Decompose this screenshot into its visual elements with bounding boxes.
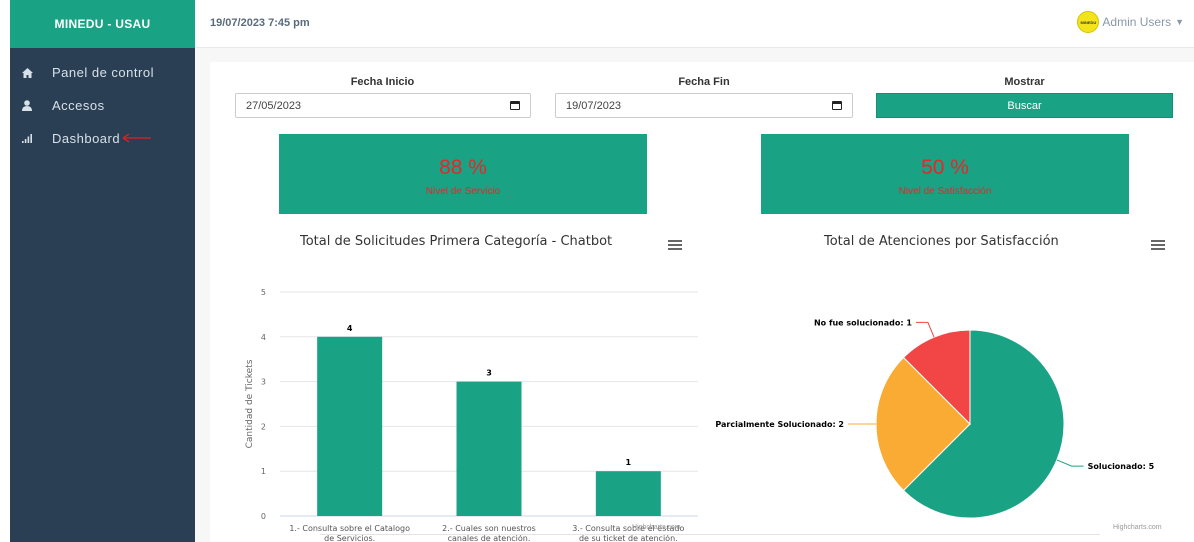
- data-label: 1: [626, 458, 632, 467]
- y-tick-label: 2: [261, 422, 266, 431]
- chart-menu-icon[interactable]: [668, 240, 682, 250]
- chart-credit[interactable]: Highcharts.com: [1113, 524, 1162, 531]
- kpi-service-level: 88 % Nivel de Servicio: [279, 134, 647, 214]
- y-tick-label: 3: [261, 378, 266, 387]
- main-content: Fecha Inicio 27/05/2023 Fecha Fin 19/07/…: [195, 48, 1194, 542]
- connector-line: [915, 321, 935, 338]
- end-date-input[interactable]: 19/07/2023: [555, 93, 853, 118]
- bar: [595, 471, 661, 516]
- y-tick-label: 4: [261, 333, 266, 342]
- bar: [317, 336, 383, 516]
- sidebar-item-dashboard[interactable]: Dashboard: [10, 122, 195, 155]
- x-tick-label: 1.- Consulta sobre el Catalogo: [289, 524, 410, 533]
- calendar-icon[interactable]: [832, 101, 842, 110]
- dashboard-panel: Fecha Inicio 27/05/2023 Fecha Fin 19/07/…: [210, 62, 1194, 542]
- arrow-left-icon: [122, 131, 152, 146]
- end-date-value: 19/07/2023: [566, 99, 622, 112]
- bar: [456, 381, 522, 516]
- sidebar-item-label: Accesos: [52, 98, 105, 113]
- sidebar: MINEDU - USAU Panel de control Accesos D…: [10, 0, 195, 542]
- data-label: 4: [347, 324, 353, 333]
- user-name: Admin Users: [1102, 15, 1172, 29]
- data-label: 3: [486, 369, 492, 378]
- pie-chart-title: Total de Atenciones por Satisfacción: [824, 234, 1059, 249]
- bar-chart-title: Total de Solicitudes Primera Categoría -…: [300, 234, 613, 249]
- x-tick-label: 2.- Cuales son nuestros: [442, 524, 536, 533]
- kpi-value: 50 %: [921, 156, 969, 179]
- chart-credit[interactable]: Highcharts.com: [632, 524, 681, 531]
- show-label: Mostrar: [1004, 76, 1045, 88]
- sidebar-item-label: Panel de control: [52, 65, 154, 80]
- kpi-satisfaction-level: 50 % Nivel de Satisfacción: [761, 134, 1129, 214]
- sidebar-item-accesos[interactable]: Accesos: [10, 89, 195, 122]
- start-date-label: Fecha Inicio: [350, 76, 415, 88]
- bar-chart: 0 1 2 3 4 5 Cantidad de Tickets 4 1.- Consulta s…: [245, 288, 698, 542]
- caret-down-icon: ▼: [1175, 17, 1184, 27]
- connector-line: [1056, 459, 1084, 467]
- y-axis-label: Cantidad de Tickets: [245, 359, 255, 448]
- avatar: MINEDU: [1077, 11, 1100, 33]
- sidebar-nav: Panel de control Accesos Dashboard: [10, 48, 195, 155]
- kpi-label: Nivel de Servicio: [425, 186, 501, 197]
- y-tick-label: 1: [261, 467, 266, 476]
- brand-title[interactable]: MINEDU - USAU: [10, 0, 195, 48]
- kpi-label: Nivel de Satisfacción: [898, 186, 992, 197]
- start-date-value: 27/05/2023: [246, 99, 302, 112]
- start-date-input[interactable]: 27/05/2023: [235, 93, 531, 118]
- user-menu[interactable]: MINEDU Admin Users ▼: [1077, 11, 1184, 33]
- sidebar-item-label: Dashboard: [52, 131, 121, 146]
- slice-label: No fue solucionado: 1: [814, 318, 912, 327]
- top-bar: 19/07/2023 7:45 pm MINEDU Admin Users ▼: [195, 0, 1194, 48]
- calendar-icon[interactable]: [510, 101, 520, 110]
- slice-label: Parcialmente Solucionado: 2: [715, 420, 844, 429]
- search-button[interactable]: Buscar: [876, 93, 1173, 118]
- slice-label: Solucionado: 5: [1088, 462, 1155, 471]
- user-icon: [22, 100, 52, 111]
- sidebar-item-panel-de-control[interactable]: Panel de control: [10, 56, 195, 89]
- end-date-label: Fecha Fin: [678, 76, 730, 88]
- y-tick-label: 0: [261, 512, 266, 521]
- kpi-value: 88 %: [439, 156, 487, 179]
- home-icon: [22, 67, 52, 78]
- chart-menu-icon[interactable]: [1151, 240, 1165, 250]
- y-tick-label: 5: [261, 288, 266, 297]
- current-datetime: 19/07/2023 7:45 pm: [210, 17, 310, 29]
- pie-chart: Solucionado: 5 Parcialmente Solucionado: …: [715, 318, 1155, 519]
- x-tick-label: de Servicios.: [324, 534, 375, 542]
- divider: [320, 534, 1100, 535]
- bar-chart-icon: [22, 134, 52, 143]
